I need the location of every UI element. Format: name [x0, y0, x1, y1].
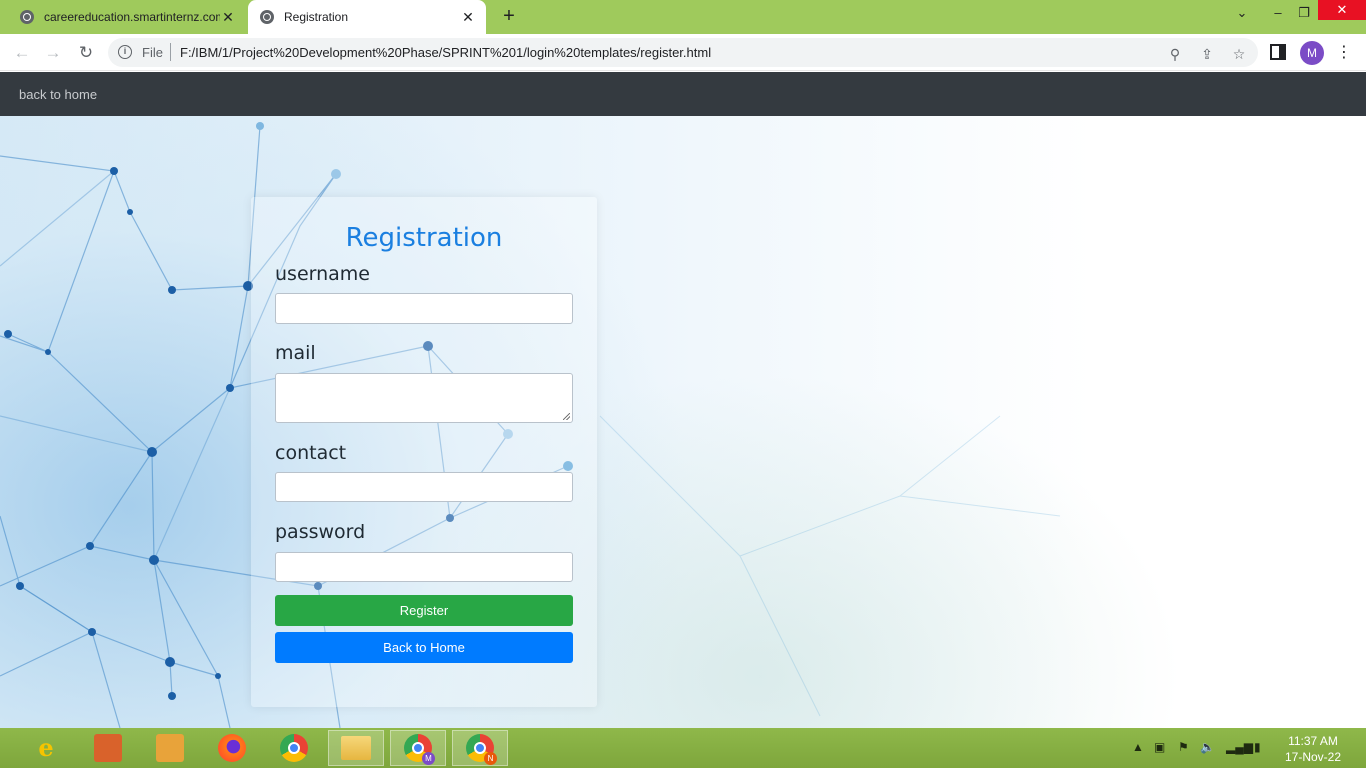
chrome-logo-icon: [280, 734, 308, 762]
profile-badge: N: [484, 752, 497, 765]
bookmark-star-icon[interactable]: ☆: [1230, 45, 1248, 63]
chrome-profile-n-icon[interactable]: N: [452, 730, 508, 766]
profile-badge: M: [422, 752, 435, 765]
mail-textarea[interactable]: [275, 373, 573, 423]
tab-title: Registration: [284, 10, 349, 24]
share-icon[interactable]: ⇪: [1198, 45, 1216, 63]
contact-label: contact: [275, 442, 347, 464]
windows-taskbar: e M N ▲ ▣ ⚑ 🔈 ▂▄▆ ▮ 11:37 AM 17-Nov-22: [0, 728, 1366, 768]
tab-search-icon[interactable]: ⌄: [1222, 0, 1262, 30]
close-window-button[interactable]: ✕: [1318, 0, 1366, 20]
firefox-icon[interactable]: [204, 730, 260, 766]
password-input[interactable]: [275, 552, 573, 582]
media-icon[interactable]: [142, 730, 198, 766]
clock-date: 17-Nov-22: [1284, 750, 1342, 764]
contact-input[interactable]: [275, 472, 573, 502]
menu-kebab-icon[interactable]: ⋮: [1334, 42, 1354, 64]
back-arrow-icon[interactable]: ←: [10, 41, 34, 65]
device-icon[interactable]: ▣: [1154, 740, 1165, 754]
installer-icon[interactable]: [80, 730, 136, 766]
back-to-home-button[interactable]: Back to Home: [275, 632, 573, 663]
info-icon[interactable]: i: [118, 45, 132, 59]
globe-icon: [20, 10, 34, 24]
browser-tabstrip: careereducation.smartinternz.com ✕ Regis…: [0, 0, 1366, 34]
system-clock[interactable]: 11:37 AM 17-Nov-22: [1280, 733, 1346, 765]
profile-avatar[interactable]: M: [1300, 41, 1324, 65]
globe-icon: [260, 10, 274, 24]
internet-explorer-icon[interactable]: e: [18, 730, 74, 766]
page-navbar: back to home: [0, 72, 1366, 116]
page-viewport: Registration username mail contact passw…: [0, 116, 1366, 728]
browser-toolbar: ← → ↻ i File F:/IBM/1/Project%20Developm…: [0, 34, 1366, 71]
forward-arrow-icon[interactable]: →: [41, 41, 65, 65]
ie-glyph-icon: e: [38, 733, 54, 762]
scheme-label: File: [142, 45, 163, 60]
mail-label: mail: [275, 342, 316, 364]
close-icon[interactable]: ✕: [220, 9, 236, 26]
new-tab-button[interactable]: +: [498, 5, 520, 27]
divider: [170, 43, 171, 61]
page-title: Registration: [345, 223, 503, 253]
zoom-icon[interactable]: ⚲: [1166, 45, 1184, 63]
registration-card: Registration username mail contact passw…: [251, 197, 597, 707]
username-label: username: [275, 263, 370, 285]
address-bar[interactable]: i File F:/IBM/1/Project%20Development%20…: [108, 38, 1258, 67]
volume-icon[interactable]: 🔈: [1200, 740, 1215, 754]
chrome-profile-m-icon[interactable]: M: [390, 730, 446, 766]
close-icon[interactable]: ✕: [460, 9, 476, 26]
battery-icon[interactable]: ▮: [1254, 740, 1261, 754]
username-input[interactable]: [275, 293, 573, 324]
reload-icon[interactable]: ↻: [74, 41, 98, 65]
clock-time: 11:37 AM: [1288, 734, 1338, 748]
firefox-logo-icon: [218, 734, 246, 762]
show-hidden-icons-icon[interactable]: ▲: [1132, 740, 1144, 754]
chrome-logo-icon: N: [466, 734, 497, 765]
password-label: password: [275, 521, 366, 543]
tab-careereducation[interactable]: careereducation.smartinternz.com ✕: [8, 0, 246, 34]
chrome-icon[interactable]: [266, 730, 322, 766]
signal-icon[interactable]: ▂▄▆: [1226, 740, 1253, 754]
box-icon: [94, 734, 122, 762]
url-text[interactable]: F:/IBM/1/Project%20Development%20Phase/S…: [180, 45, 711, 60]
film-icon: [156, 734, 184, 762]
tab-title: careereducation.smartinternz.com: [44, 10, 220, 24]
chrome-logo-icon: M: [404, 734, 435, 765]
network-background: [0, 122, 1061, 728]
folder-icon: [341, 736, 371, 760]
file-explorer-icon[interactable]: [328, 730, 384, 766]
flag-icon[interactable]: ⚑: [1178, 740, 1189, 754]
side-panel-icon[interactable]: [1270, 44, 1286, 60]
tab-registration[interactable]: Registration ✕: [248, 0, 486, 34]
register-button[interactable]: Register: [275, 595, 573, 626]
back-to-home-link[interactable]: back to home: [19, 87, 97, 102]
